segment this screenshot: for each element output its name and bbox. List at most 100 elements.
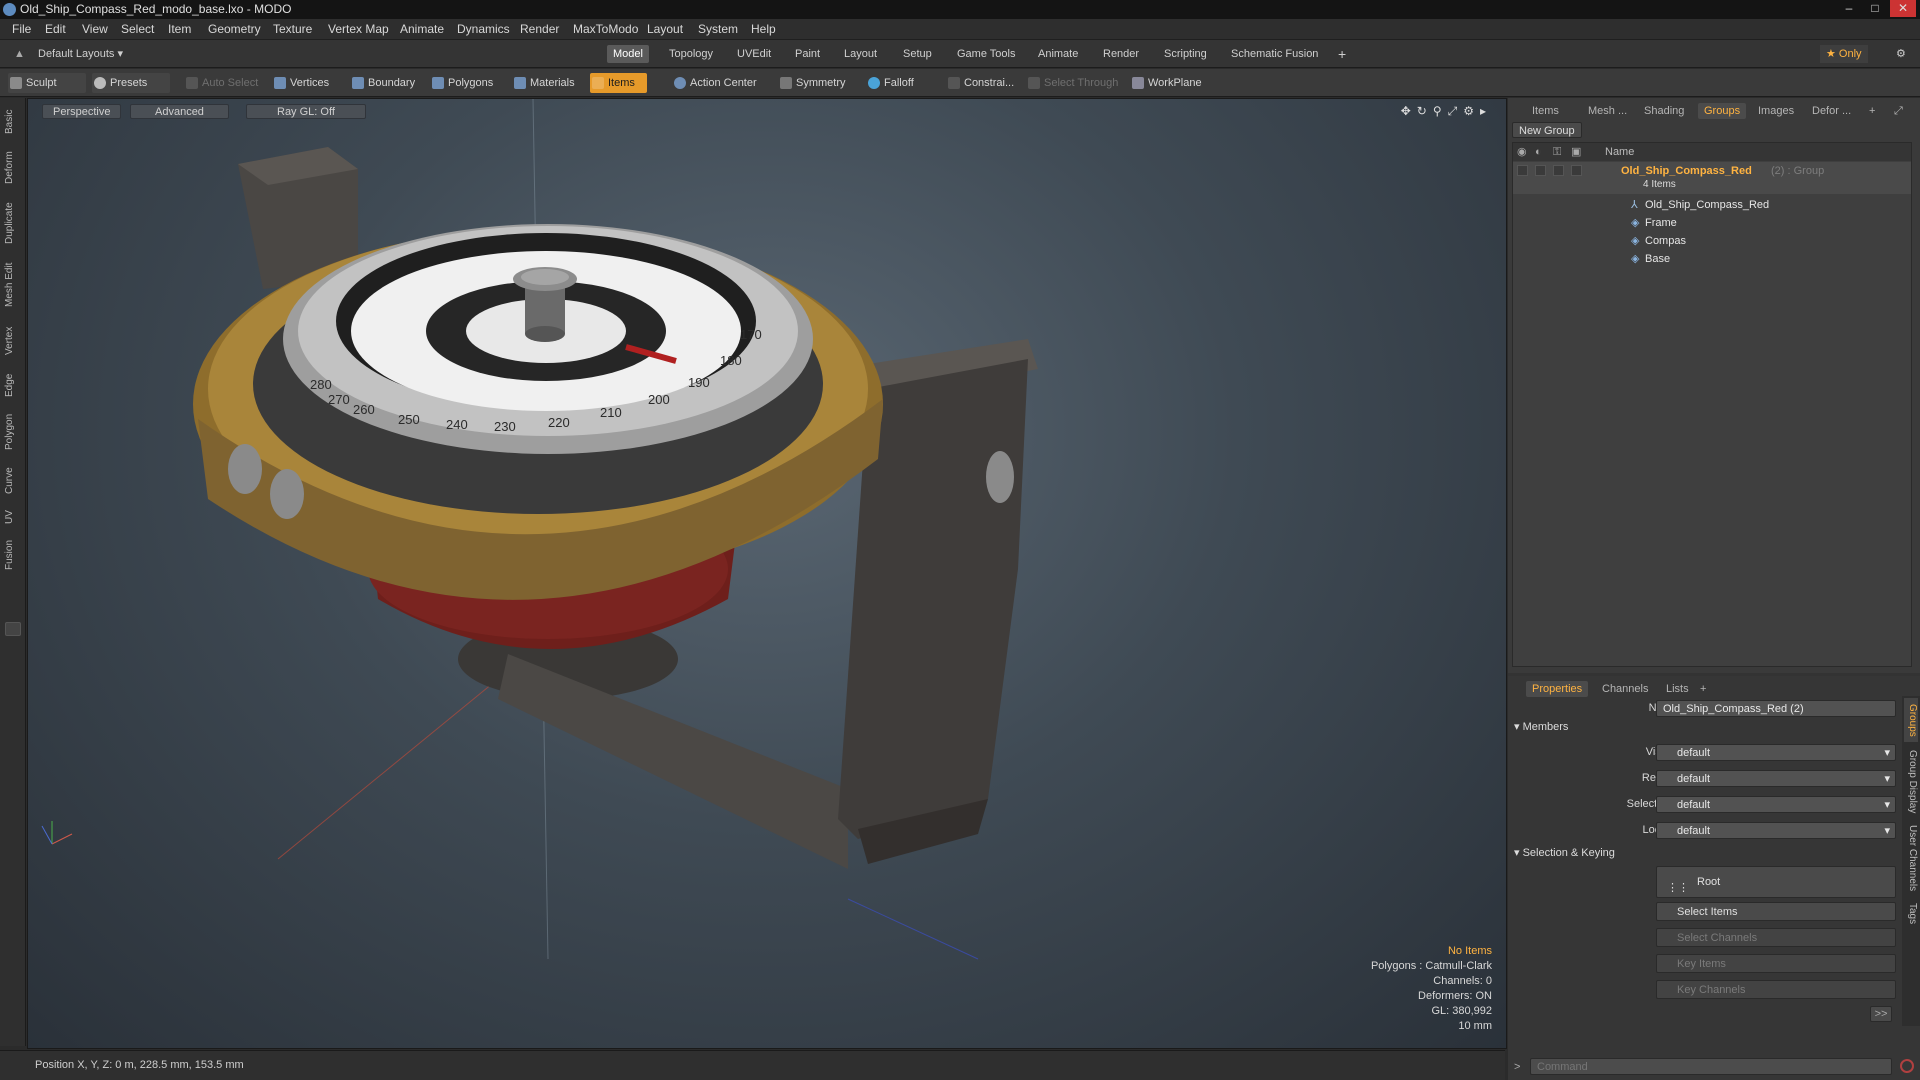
side-tab-group-display[interactable]: Group Display <box>1904 748 1918 816</box>
tab-topology[interactable]: Topology <box>663 45 719 63</box>
root-button[interactable]: ⋮⋮ Root <box>1656 866 1896 898</box>
menu-vertex-map[interactable]: Vertex Map <box>328 22 389 36</box>
tab-vertex[interactable]: Vertex <box>4 320 22 362</box>
tree-item[interactable]: ◈ Compas <box>1513 232 1911 250</box>
tab-polygon[interactable]: Polygon <box>4 408 22 456</box>
tab-scripting[interactable]: Scripting <box>1158 45 1213 63</box>
layout-collapse-icon[interactable]: ▲ <box>8 45 31 63</box>
tab-layout[interactable]: Layout <box>838 45 883 63</box>
menu-animate[interactable]: Animate <box>400 22 444 36</box>
visible-dropdown[interactable]: default ▾ <box>1656 744 1896 761</box>
items-button[interactable]: Items <box>590 73 647 93</box>
command-input[interactable] <box>1530 1058 1892 1075</box>
select-channels-button[interactable]: Select Channels <box>1656 928 1896 947</box>
side-tab-user-channels[interactable]: User Channels <box>1904 822 1918 894</box>
add-tab-button[interactable]: + <box>1332 45 1352 63</box>
tab-basic[interactable]: Basic <box>4 104 22 140</box>
tree-item[interactable]: ◈ Base <box>1513 250 1911 268</box>
tab-uvedit[interactable]: UVEdit <box>731 45 777 63</box>
select-items-button[interactable]: Select Items <box>1656 902 1896 921</box>
only-toggle[interactable]: ★ Only <box>1820 45 1868 63</box>
add-tab-icon[interactable]: + <box>1863 103 1881 119</box>
tab-channels[interactable]: Channels <box>1596 681 1654 697</box>
workplane-button[interactable]: WorkPlane <box>1130 73 1202 93</box>
tab-deformers[interactable]: Defor ... <box>1806 103 1857 119</box>
menu-select[interactable]: Select <box>121 22 154 36</box>
new-group-button[interactable]: New Group <box>1512 122 1582 138</box>
tab-setup[interactable]: Setup <box>897 45 938 63</box>
tab-game-tools[interactable]: Game Tools <box>951 45 1022 63</box>
tree-item[interactable]: ◈ Frame <box>1513 214 1911 232</box>
falloff-button[interactable]: Falloff <box>866 73 914 93</box>
3d-viewport[interactable]: Perspective Advanced Ray GL: Off ✥↻⚲⤢⚙▸ <box>27 98 1507 1049</box>
menu-edit[interactable]: Edit <box>45 22 66 36</box>
menu-item[interactable]: Item <box>168 22 191 36</box>
tab-mesh-edit[interactable]: Mesh Edit <box>4 256 22 314</box>
add-tab-icon[interactable]: + <box>1694 681 1712 697</box>
side-tab-groups[interactable]: Groups <box>1904 698 1918 742</box>
default-layouts-dropdown[interactable]: Default Layouts ▾ <box>32 45 129 63</box>
menu-file[interactable]: File <box>12 22 31 36</box>
tab-uv[interactable]: UV <box>4 506 22 528</box>
boundary-button[interactable]: Boundary <box>350 73 415 93</box>
symmetry-button[interactable]: Symmetry <box>778 73 846 93</box>
render-toggle[interactable] <box>1535 165 1546 176</box>
panel-toggle-icon[interactable] <box>5 622 21 636</box>
name-field[interactable]: Old_Ship_Compass_Red (2) <box>1656 700 1896 717</box>
tab-deform[interactable]: Deform <box>4 146 22 190</box>
action-center-button[interactable]: Action Center <box>672 73 757 93</box>
visible-toggle[interactable] <box>1517 165 1528 176</box>
tab-render[interactable]: Render <box>1097 45 1145 63</box>
lock-toggle[interactable] <box>1553 165 1564 176</box>
tab-images[interactable]: Images <box>1752 103 1800 119</box>
tab-duplicate[interactable]: Duplicate <box>4 196 22 250</box>
menu-geometry[interactable]: Geometry <box>208 22 261 36</box>
locked-dropdown[interactable]: default ▾ <box>1656 822 1896 839</box>
menu-maxtomodo[interactable]: MaxToModo <box>573 22 638 36</box>
tab-fusion[interactable]: Fusion <box>4 534 22 576</box>
constraints-button[interactable]: Constrai... <box>946 73 1014 93</box>
record-icon[interactable] <box>1900 1059 1914 1073</box>
presets-button[interactable]: Presets <box>92 73 170 93</box>
select-through-button[interactable]: Select Through <box>1026 73 1118 93</box>
tab-schematic-fusion[interactable]: Schematic Fusion <box>1225 45 1324 63</box>
key-channels-button[interactable]: Key Channels <box>1656 980 1896 999</box>
tab-properties[interactable]: Properties <box>1526 681 1589 697</box>
tab-curve[interactable]: Curve <box>4 462 22 500</box>
tab-animate[interactable]: Animate <box>1032 45 1084 63</box>
expand-panel-icon[interactable]: ⤢ <box>1888 103 1909 119</box>
members-section[interactable]: ▾ Members <box>1514 720 1568 733</box>
polygons-button[interactable]: Polygons <box>430 73 493 93</box>
tab-items[interactable]: Items <box>1526 103 1565 119</box>
maximize-button[interactable]: □ <box>1862 0 1888 17</box>
minimize-button[interactable]: – <box>1836 0 1862 17</box>
menu-system[interactable]: System <box>698 22 738 36</box>
menu-help[interactable]: Help <box>751 22 776 36</box>
sculpt-button[interactable]: Sculpt <box>8 73 86 93</box>
materials-button[interactable]: Materials <box>512 73 575 93</box>
vertices-button[interactable]: Vertices <box>272 73 329 93</box>
selectable-dropdown[interactable]: default ▾ <box>1656 796 1896 813</box>
more-button[interactable]: >> <box>1870 1006 1892 1022</box>
menu-layout[interactable]: Layout <box>647 22 683 36</box>
close-button[interactable]: ✕ <box>1890 0 1916 17</box>
tab-shading[interactable]: Shading <box>1638 103 1690 119</box>
tab-mesh[interactable]: Mesh ... <box>1582 103 1633 119</box>
gear-icon[interactable]: ⚙ <box>1890 45 1912 63</box>
menu-dynamics[interactable]: Dynamics <box>457 22 510 36</box>
tab-paint[interactable]: Paint <box>789 45 826 63</box>
key-items-button[interactable]: Key Items <box>1656 954 1896 973</box>
render-dropdown[interactable]: default ▾ <box>1656 770 1896 787</box>
tab-groups[interactable]: Groups <box>1698 103 1747 119</box>
tab-model[interactable]: Model <box>607 45 649 63</box>
menu-view[interactable]: View <box>82 22 108 36</box>
menu-render[interactable]: Render <box>520 22 559 36</box>
selection-keying-section[interactable]: ▾ Selection & Keying <box>1514 846 1615 859</box>
tab-edge[interactable]: Edge <box>4 368 22 402</box>
menu-texture[interactable]: Texture <box>273 22 312 36</box>
select-toggle[interactable] <box>1571 165 1582 176</box>
group-row[interactable]: Old_Ship_Compass_Red (2) : Group 4 Items <box>1513 162 1911 194</box>
side-tab-tags[interactable]: Tags <box>1904 900 1918 928</box>
tab-lists[interactable]: Lists <box>1660 681 1695 697</box>
tree-item[interactable]: ⅄ Old_Ship_Compass_Red <box>1513 196 1911 214</box>
